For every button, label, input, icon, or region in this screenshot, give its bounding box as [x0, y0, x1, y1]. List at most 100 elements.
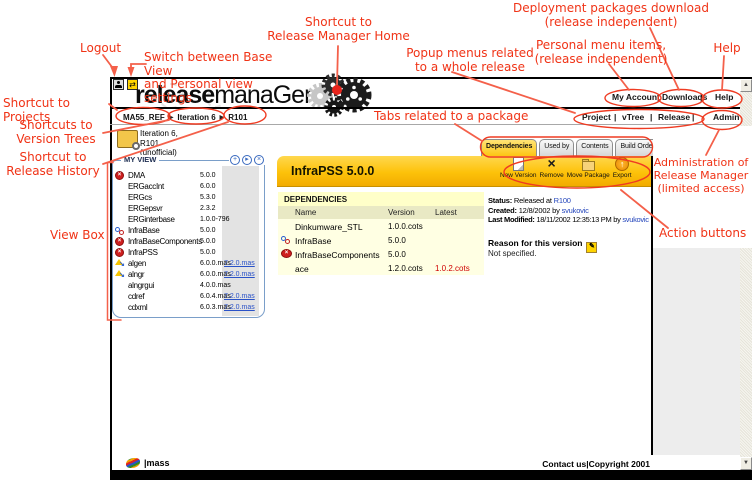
package-name: alngr [128, 270, 144, 279]
view-item-row: algen6.0.0.mas7.2.0.mas [113, 258, 263, 269]
dependency-name: ace [295, 264, 309, 274]
view-item-row: cdxml6.0.3.mas7.2.0.mas [113, 302, 263, 313]
contact-us-link[interactable]: Contact us [542, 459, 586, 469]
dependencies-title: DEPENDENCIES [278, 192, 484, 206]
dependency-version: 5.0.0 [388, 250, 406, 259]
dependency-version: 5.0.0 [388, 236, 406, 245]
annotation-popup: Popup menus related to a whole release [405, 47, 535, 74]
action-label: Remove [540, 172, 564, 179]
user-link[interactable]: svukovic [622, 215, 648, 224]
package-title: InfraPSS 5.0.0 [291, 164, 374, 178]
package-name: cdxml [128, 303, 147, 312]
latest-version-link[interactable]: 7.2.0.mas [224, 260, 255, 267]
view-item-row: ERGcs 5.3.0 [113, 192, 263, 203]
package-name: ERGcs [128, 193, 152, 202]
link-icon [115, 226, 126, 235]
footer-brand: |mass [144, 458, 170, 468]
modified-text: 18/11/2002 12:35:13 PM by [535, 215, 623, 224]
latest-version-link[interactable]: 7.2.0.mas [224, 293, 255, 300]
close-icon[interactable] [254, 155, 264, 165]
view-item-row: ERGepsvr2.3.2 [113, 203, 263, 214]
remove-icon [545, 157, 559, 171]
dependencies-header: Name Version Latest [278, 206, 484, 219]
view-item-row: ERGinterbase1.0.0-796 [113, 214, 263, 225]
expand-icon[interactable] [242, 155, 252, 165]
view-box-controls [229, 155, 265, 165]
tab-dependencies[interactable]: Dependencies [481, 139, 537, 156]
breadcrumb-vtree[interactable]: Iteration 6 [177, 113, 215, 122]
logout-icon[interactable] [113, 79, 124, 90]
export-button[interactable]: Export [613, 157, 632, 179]
annotation-logout: Logout [80, 42, 130, 56]
menu-divider [110, 124, 740, 125]
user-link[interactable]: svukovic [562, 206, 589, 215]
export-icon [615, 157, 629, 171]
release-package-icon [117, 130, 138, 148]
created-label: Created: [488, 206, 517, 215]
annotation-actions: Action buttons [659, 227, 752, 241]
copyright-text: Copyright 2001 [589, 459, 650, 469]
edit-reason-icon[interactable] [586, 242, 597, 253]
menu-admin[interactable]: Admin [713, 112, 739, 122]
annotation-help: Help [705, 42, 749, 56]
view-box: DMA5.0.0 ERGaccInt6.0.0 ERGcs5.3.0 ERGep… [112, 160, 265, 318]
package-name: cdref [128, 292, 144, 301]
status-text: Released at [512, 196, 554, 205]
my-account-button[interactable]: My Account [612, 92, 660, 102]
status-line: Status: Released at R100 [488, 196, 571, 205]
branch-icon [115, 259, 126, 268]
dependency-name: InfraBase [295, 236, 331, 246]
latest-version-link[interactable]: 7.2.0.mas [224, 304, 255, 311]
remove-button[interactable]: Remove [540, 157, 564, 179]
scroll-down-icon[interactable]: ▼ [740, 457, 752, 470]
menu-release[interactable]: Release [658, 112, 690, 122]
menu-pipe: | [614, 112, 616, 122]
annotation-vtrees: Shortcuts to Version Trees [10, 119, 102, 146]
view-item-row: DMA5.0.0 [113, 170, 263, 181]
move-package-button[interactable]: Move Package [567, 157, 610, 179]
created-line: Created: 12/8/2002 by svukovic [488, 206, 589, 215]
menu-project[interactable]: Project [582, 112, 611, 122]
table-row: Dinkumware_STL1.0.0.cots [278, 219, 484, 233]
column-latest: Latest [435, 208, 457, 217]
annotation-personal: Personal menu items, (release independen… [532, 39, 670, 66]
annotation-arrowhead-logout [110, 66, 118, 77]
modified-line: Last Modified: 18/11/2002 12:35:13 PM by… [488, 215, 649, 224]
annotation-history: Shortcut to Release History [2, 151, 104, 178]
package-version: 2.3.2 [200, 205, 216, 212]
release-link[interactable]: R100 [554, 196, 571, 205]
tree-item-release[interactable]: Iteration 6, R101 (unofficial) [140, 129, 178, 158]
scroll-up-icon[interactable]: ▲ [740, 79, 752, 92]
package-name: alngrgui [128, 281, 154, 290]
action-label: Export [613, 172, 632, 179]
annotation-line-logout [103, 55, 112, 67]
view-item-row: cdref6.0.4.mas7.2.0.mas [113, 291, 263, 302]
new-version-icon [511, 157, 525, 171]
tab-contents[interactable]: Contents [576, 139, 613, 156]
column-version: Version [388, 208, 415, 217]
annotation-switch-view: Switch between Base View and Personal vi… [144, 51, 299, 105]
breadcrumb-release[interactable]: R101 [228, 113, 247, 122]
action-buttons: New Version Remove Move Package Export [500, 157, 632, 179]
dependency-version: 1.2.0.cots [388, 264, 423, 273]
breadcrumb-separator-icon: ▶ [220, 114, 225, 121]
tab-used-by[interactable]: Used by [539, 139, 574, 156]
package-version: 5.3.0 [200, 194, 216, 201]
view-item-row: InfraBase5.0.0 [113, 225, 263, 236]
package-version: 5.0.0 [200, 238, 216, 245]
link-icon [281, 235, 292, 244]
breadcrumb-project[interactable]: MA55_REF [123, 113, 165, 122]
view-item-row: alngrgui4.0.0.mas [113, 280, 263, 291]
help-button[interactable]: Help [715, 92, 733, 102]
add-icon[interactable] [230, 155, 240, 165]
latest-version-link[interactable]: 7.2.0.mas [224, 271, 255, 278]
table-row: InfraBase 5.0.0 [278, 233, 484, 247]
package-version: 6.0.0 [200, 183, 216, 190]
menu-vtree[interactable]: vTree [622, 112, 644, 122]
window-bottom-bar [110, 470, 752, 480]
package-version: 5.0.0 [200, 249, 216, 256]
new-version-button[interactable]: New Version [500, 157, 537, 179]
package-tabs: Dependencies Used by Contents Build Orde… [481, 139, 660, 156]
dependencies-rows: Dinkumware_STL1.0.0.cots InfraBase5.0.0 … [278, 219, 484, 275]
package-name: InfraBase [128, 226, 160, 235]
